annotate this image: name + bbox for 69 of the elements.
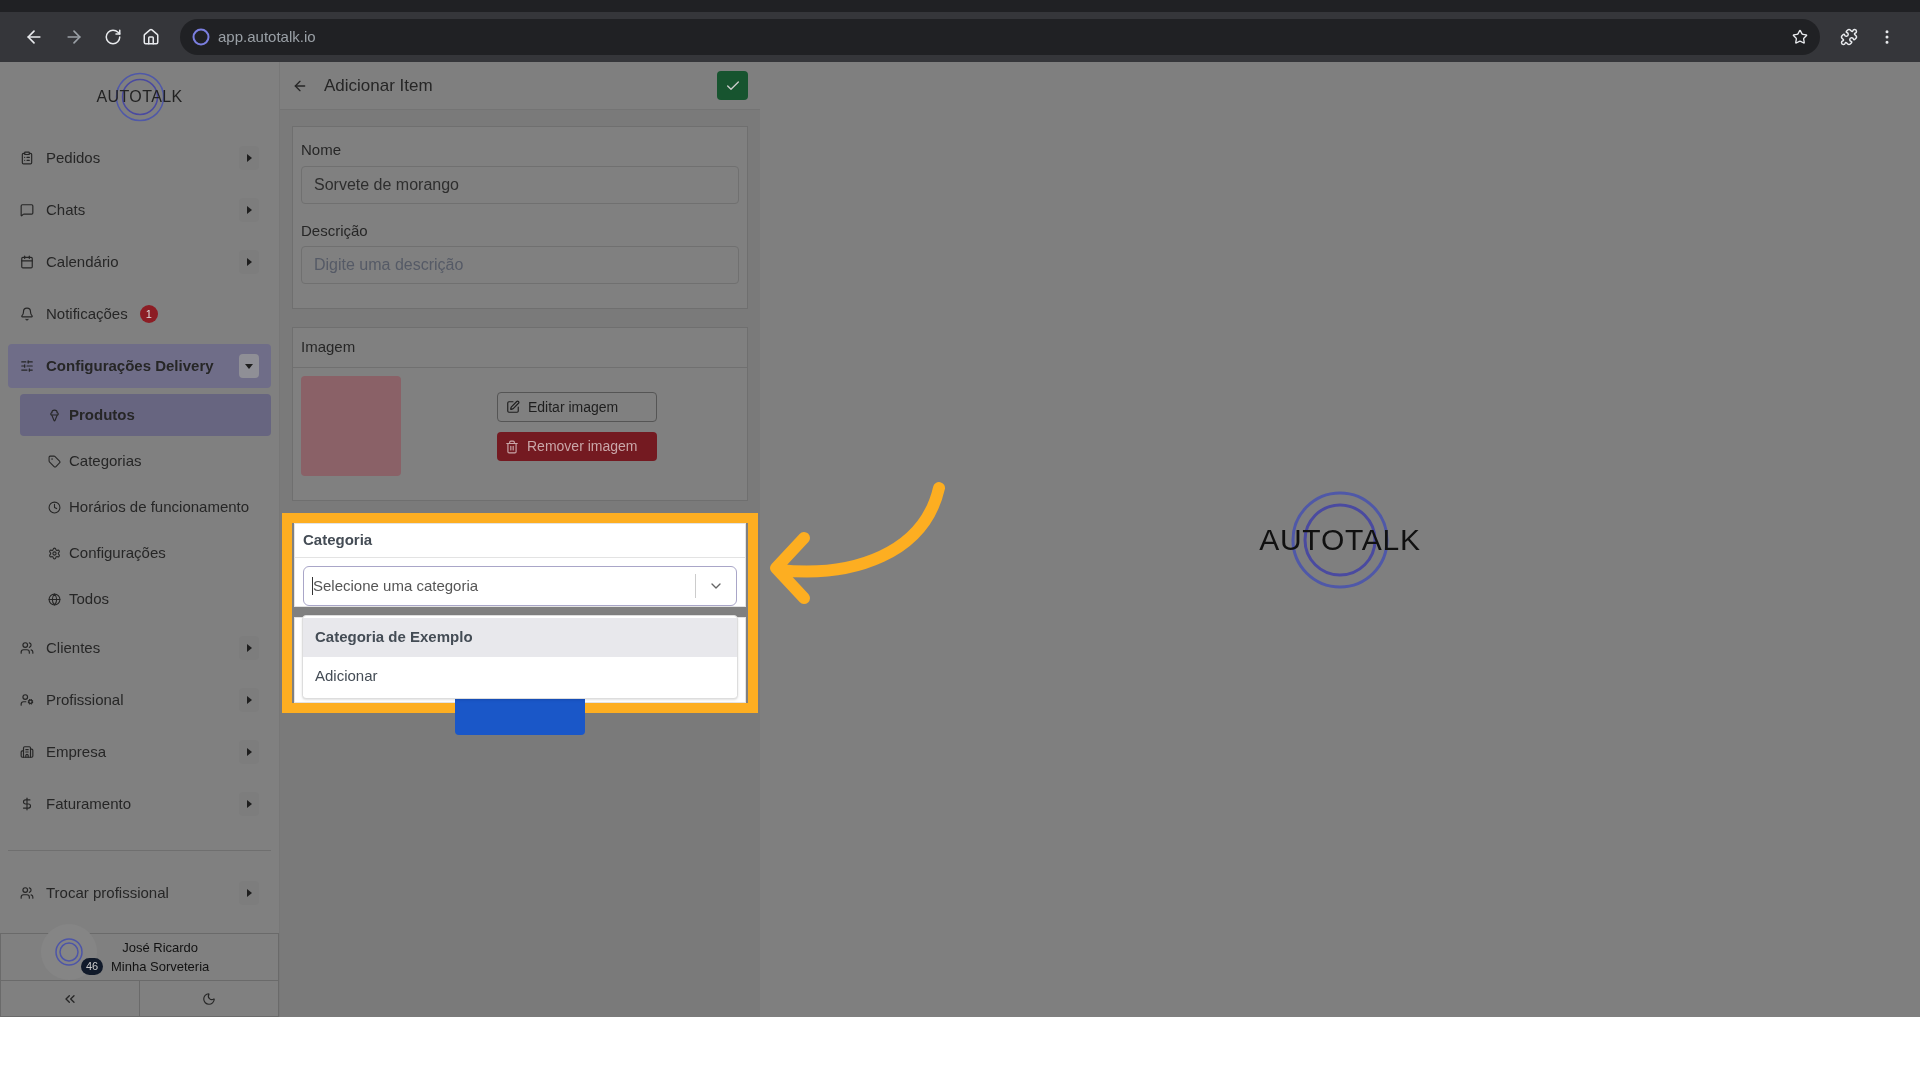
user-badge: 46 xyxy=(81,958,104,975)
submenu-item[interactable]: Produtos xyxy=(20,394,271,436)
user-name: José Ricardo xyxy=(122,938,199,957)
globe-icon xyxy=(48,592,61,606)
dropdown-option[interactable]: Categoria de Exemplo xyxy=(303,618,737,657)
tag-icon xyxy=(48,454,61,468)
url-text: app.autotalk.io xyxy=(218,26,316,47)
submenu-item[interactable]: Configurações xyxy=(20,532,271,574)
settings-icon xyxy=(48,546,61,560)
page-title: Adicionar Item xyxy=(324,74,434,97)
caret-icon xyxy=(245,889,253,897)
caret-icon xyxy=(245,644,253,652)
reload-icon[interactable] xyxy=(104,28,122,46)
calendar-icon xyxy=(20,255,34,269)
dropdown-option[interactable]: Adicionar xyxy=(303,657,737,696)
clipboard-icon xyxy=(20,151,34,165)
field-label: Nome xyxy=(301,140,342,160)
sidebar-item[interactable]: Empresa xyxy=(8,730,271,774)
sidebar-item[interactable]: Faturamento xyxy=(8,782,271,826)
sidebar-item[interactable]: Notificações 1 xyxy=(8,292,271,336)
sidebar-item[interactable]: Pedidos xyxy=(8,136,271,180)
address-bar[interactable]: app.autotalk.io xyxy=(180,19,1820,55)
caret-icon xyxy=(245,258,253,266)
bookmark-icon[interactable] xyxy=(1792,29,1808,45)
site-icon xyxy=(192,28,210,46)
user-gear-icon xyxy=(20,693,34,707)
bell-icon xyxy=(20,307,34,321)
sidebar-item[interactable]: Configurações Delivery xyxy=(8,344,271,388)
moon-icon xyxy=(202,991,216,1006)
section-title: Imagem xyxy=(293,328,747,368)
sidebar-item[interactable]: Chats xyxy=(8,188,271,232)
field-label: Descrição xyxy=(301,220,369,241)
edit-icon xyxy=(506,400,520,414)
caret-icon xyxy=(245,696,253,704)
trash-icon xyxy=(505,439,519,454)
users-icon xyxy=(20,641,34,655)
company-name: Minha Sorveteria xyxy=(111,958,210,976)
caret-icon xyxy=(245,154,253,162)
logo-text: AUTOTALK xyxy=(96,87,183,107)
sidebar-item[interactable]: Clientes xyxy=(8,626,271,670)
ice-cream-icon xyxy=(48,408,61,422)
building-icon xyxy=(20,745,34,759)
sliders-icon xyxy=(20,359,34,373)
submenu-item[interactable]: Todos xyxy=(20,578,271,620)
select-placeholder: Selecione uma categoria xyxy=(313,575,480,596)
sidebar-item[interactable]: Trocar profissional xyxy=(8,871,271,915)
sidebar-item[interactable]: Profissional xyxy=(8,678,271,722)
section-title: Categoria xyxy=(295,524,745,558)
caret-button[interactable] xyxy=(239,354,259,378)
caret-icon xyxy=(245,800,253,808)
submenu-item[interactable]: Horários de funcionamento xyxy=(20,486,271,528)
edit-image-button[interactable]: Editar imagem xyxy=(497,392,657,422)
confirm-button[interactable] xyxy=(717,71,748,100)
chat-icon xyxy=(20,203,34,217)
caret-icon xyxy=(245,362,253,370)
caret-icon xyxy=(245,748,253,756)
logo-text: AUTOTALK xyxy=(1259,522,1421,558)
home-icon[interactable] xyxy=(142,28,160,46)
remove-image-button[interactable]: Remover imagem xyxy=(497,432,657,461)
extensions-icon[interactable] xyxy=(1840,28,1858,46)
text-input[interactable]: Sorvete de morango xyxy=(301,165,739,204)
submenu-item[interactable]: Categorias xyxy=(20,440,271,482)
users-icon xyxy=(20,886,34,900)
sidebar-item[interactable]: Calendário xyxy=(8,240,271,284)
clock-icon xyxy=(48,500,61,514)
dollar-icon xyxy=(20,797,34,811)
notification-badge: 1 xyxy=(139,304,158,324)
category-select[interactable]: Selecione uma categoria xyxy=(303,566,737,606)
caret-icon xyxy=(245,206,253,214)
